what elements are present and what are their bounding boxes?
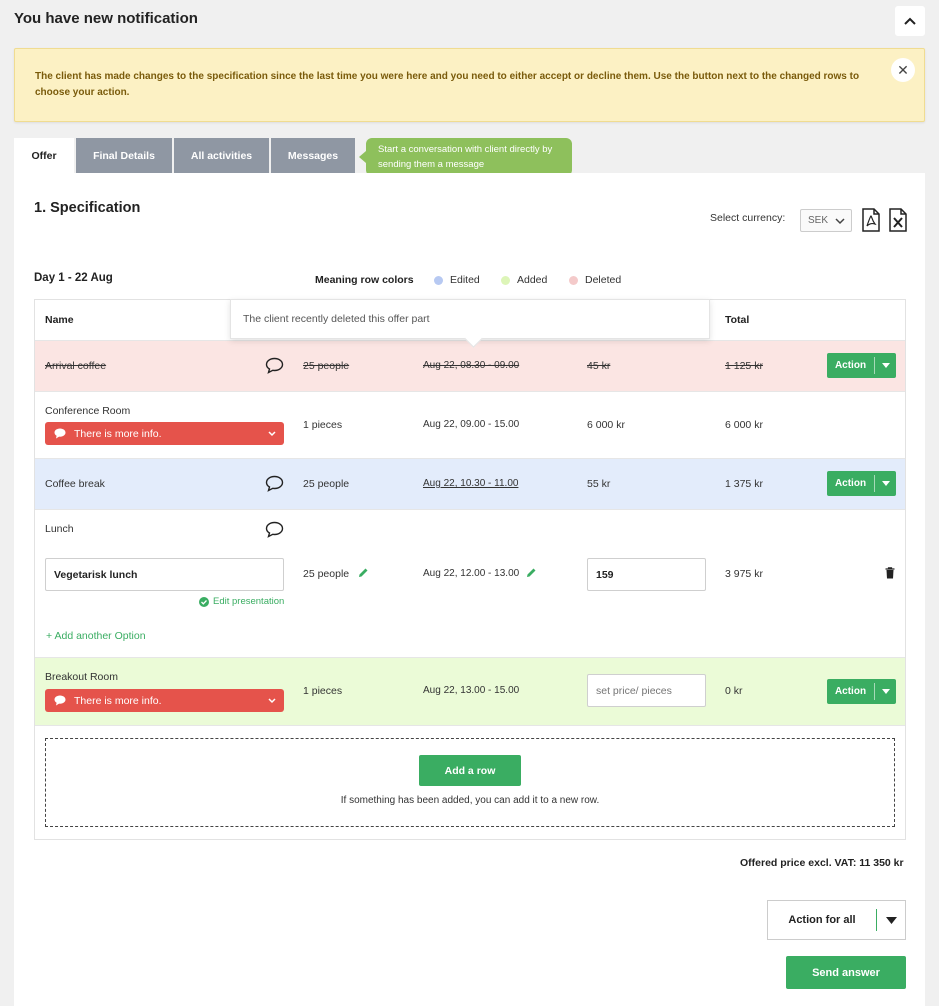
action-for-all-button[interactable]: Action for all xyxy=(767,900,906,940)
comment-icon xyxy=(54,428,66,439)
tab-all-activities[interactable]: All activities xyxy=(174,138,269,173)
caret-down-icon xyxy=(885,916,897,924)
edited-dot-icon xyxy=(434,275,443,285)
comment-icon[interactable] xyxy=(265,475,284,492)
row-total: 6 000 kr xyxy=(725,419,763,431)
chevron-down-icon xyxy=(268,430,276,436)
tab-offer[interactable]: Offer xyxy=(14,138,74,173)
action-label: Action xyxy=(834,686,867,697)
row-quantity: 1 pieces xyxy=(303,685,343,697)
edit-presentation-label: Edit presentation xyxy=(213,596,285,607)
more-info-dropdown[interactable]: There is more info. xyxy=(45,422,284,445)
breakout-price-input[interactable] xyxy=(587,674,706,707)
row-name: Conference Room xyxy=(45,405,131,417)
row-name: Coffee break xyxy=(45,478,105,490)
day-label: Day 1 - 22 Aug xyxy=(34,272,113,284)
row-name: Breakout Room xyxy=(45,671,118,683)
deleted-row-tooltip: The client recently deleted this offer p… xyxy=(230,299,710,339)
added-dot-icon xyxy=(501,275,510,285)
add-another-option-link[interactable]: + Add another Option xyxy=(46,630,146,642)
row-price: 55 kr xyxy=(587,478,611,490)
row-time: Aug 22, 13.00 - 15.00 xyxy=(423,685,520,696)
legend-deleted-label: Deleted xyxy=(585,274,622,286)
action-for-all-label: Action for all xyxy=(788,914,856,926)
row-quantity: 25 people xyxy=(303,568,350,580)
row-total: 1 375 kr xyxy=(725,478,763,490)
more-info-text: There is more info. xyxy=(74,427,162,440)
chevron-down-icon xyxy=(268,697,276,703)
add-row-button[interactable]: Add a row xyxy=(419,755,521,786)
deleted-dot-icon xyxy=(569,275,578,285)
comment-icon xyxy=(54,695,66,706)
collapse-button[interactable] xyxy=(895,6,925,36)
notification-message: The client has made changes to the speci… xyxy=(35,71,860,98)
more-info-text: There is more info. xyxy=(74,694,162,707)
row-time: Aug 22, 08.30 - 09.00 xyxy=(423,360,520,371)
close-banner-button[interactable]: ✕ xyxy=(891,58,915,82)
legend-edited-label: Edited xyxy=(450,274,480,286)
excel-export-icon[interactable] xyxy=(888,208,908,232)
lunch-option-input[interactable]: Vegetarisk lunch xyxy=(45,558,284,591)
row-time: Aug 22, 09.00 - 15.00 xyxy=(423,419,520,430)
trash-icon[interactable] xyxy=(885,567,895,579)
caret-down-icon xyxy=(881,689,890,694)
send-answer-button[interactable]: Send answer xyxy=(786,956,906,989)
row-quantity: 1 pieces xyxy=(303,419,343,431)
row-price: 6 000 kr xyxy=(587,419,625,431)
specification-title: 1. Specification xyxy=(34,200,141,216)
pencil-icon[interactable] xyxy=(526,567,537,578)
action-label: Action xyxy=(834,478,867,489)
comment-icon[interactable] xyxy=(265,357,284,374)
currency-select[interactable]: SEK xyxy=(800,209,852,232)
pdf-export-icon[interactable] xyxy=(861,208,881,232)
legend-edited: Edited xyxy=(434,274,480,286)
action-label: Action xyxy=(834,360,867,371)
tab-final-details[interactable]: Final Details xyxy=(76,138,172,173)
legend-title: Meaning row colors xyxy=(315,274,414,286)
action-button[interactable]: Action xyxy=(827,471,896,496)
row-price: 45 kr xyxy=(587,360,611,372)
tab-messages[interactable]: Messages xyxy=(271,138,355,173)
caret-down-icon xyxy=(881,363,890,368)
comment-icon[interactable] xyxy=(265,521,284,538)
row-total: 0 kr xyxy=(725,685,743,697)
row-quantity: 25 people xyxy=(303,478,350,490)
messages-tooltip: Start a conversation with client directl… xyxy=(359,138,572,176)
pencil-icon[interactable] xyxy=(358,567,369,578)
chevron-down-icon xyxy=(835,218,845,225)
row-divider xyxy=(35,725,905,726)
edit-presentation-link[interactable]: Edit presentation xyxy=(199,596,284,607)
row-quantity: 25 people xyxy=(303,360,350,372)
add-row-hint: If something has been added, you can add… xyxy=(340,795,600,806)
chevron-up-icon xyxy=(904,17,916,25)
lunch-price-input[interactable]: 159 xyxy=(587,558,706,591)
row-name: Lunch xyxy=(45,523,74,535)
row-time: Aug 22, 12.00 - 13.00 xyxy=(423,568,520,579)
row-time: Aug 22, 10.30 - 11.00 xyxy=(423,478,519,489)
action-button[interactable]: Action xyxy=(827,353,896,378)
notification-title: You have new notification xyxy=(14,10,198,27)
currency-label: Select currency: xyxy=(710,212,786,224)
caret-down-icon xyxy=(881,481,890,486)
row-total: 3 975 kr xyxy=(725,568,763,580)
header-total: Total xyxy=(725,314,750,326)
more-info-dropdown[interactable]: There is more info. xyxy=(45,689,284,712)
legend-added-label: Added xyxy=(517,274,548,286)
notification-banner: The client has made changes to the speci… xyxy=(14,48,925,122)
check-circle-icon xyxy=(199,596,209,607)
legend-added: Added xyxy=(501,274,547,286)
row-total: 1 125 kr xyxy=(725,360,763,372)
header-name: Name xyxy=(45,314,74,326)
row-name: Arrival coffee xyxy=(45,360,107,372)
currency-value: SEK xyxy=(808,215,829,226)
offered-price-total: Offered price excl. VAT: 11 350 kr xyxy=(740,857,904,869)
action-button[interactable]: Action xyxy=(827,679,896,704)
legend-deleted: Deleted xyxy=(569,274,621,286)
close-icon: ✕ xyxy=(897,61,909,78)
